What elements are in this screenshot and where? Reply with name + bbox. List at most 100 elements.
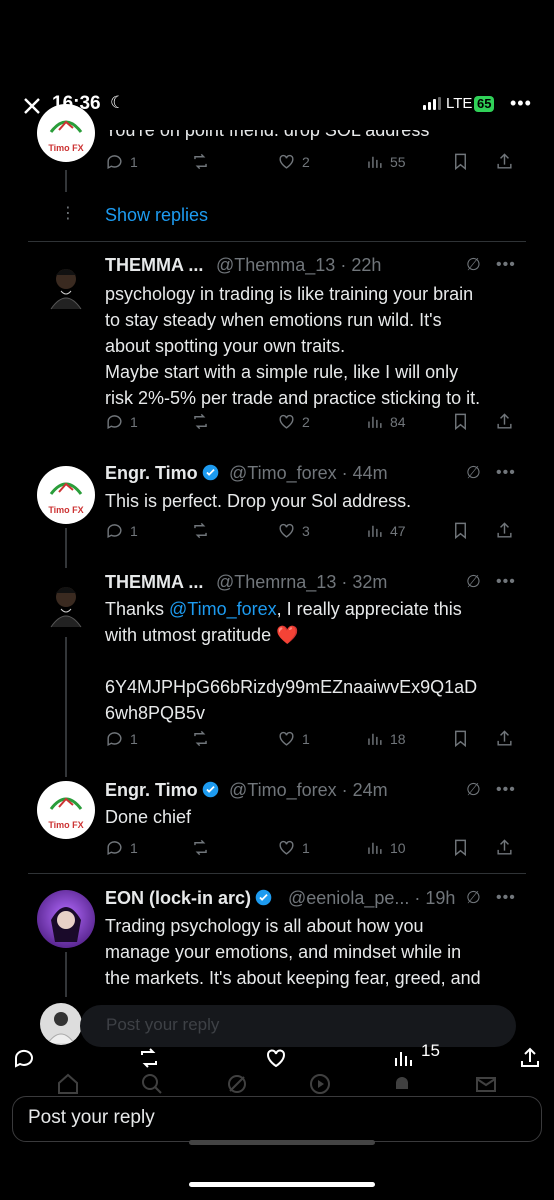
views-icon: [368, 842, 382, 854]
repost-button[interactable]: [137, 1046, 161, 1070]
signal-icon: [423, 97, 441, 110]
grok-icon[interactable]: ∅: [466, 572, 481, 592]
reply-icon: [107, 415, 122, 429]
like-button[interactable]: 2: [277, 152, 310, 171]
moon-icon: ☾: [110, 93, 126, 112]
share-button[interactable]: [495, 521, 514, 540]
repost-icon: [194, 839, 207, 856]
avatar[interactable]: Timo FX: [37, 466, 95, 524]
tweet-author-name[interactable]: THEMMA ...: [105, 255, 203, 276]
tweet-actions: 1 3 47: [105, 521, 525, 545]
repost-button[interactable]: [191, 838, 210, 857]
reply-button[interactable]: 1: [105, 412, 138, 431]
tweet-author-name[interactable]: EON (lock-in arc): [105, 888, 272, 909]
like-button[interactable]: 2: [277, 412, 310, 431]
reply-button[interactable]: 1: [105, 152, 138, 171]
repost-icon: [141, 1048, 157, 1068]
avatar-label: Timo FX: [48, 504, 84, 515]
tweet-handle[interactable]: @Themrna_13 · 32m: [216, 572, 387, 593]
bookmark-button[interactable]: [451, 729, 470, 748]
verified-icon: [202, 781, 218, 798]
like-button[interactable]: 1: [277, 838, 310, 857]
tweet-text: Done chief: [105, 807, 192, 827]
grok-icon[interactable]: ∅: [466, 463, 481, 483]
sol-address: 6wh8PQB5v: [105, 703, 206, 723]
reply-button[interactable]: 1: [105, 729, 138, 748]
repost-icon: [194, 153, 207, 170]
tweet-line: Trading psychology is all about how you: [105, 916, 424, 936]
repost-icon: [194, 413, 207, 430]
share-button[interactable]: [495, 152, 514, 171]
views-button[interactable]: 47: [365, 521, 406, 540]
views-button[interactable]: 55: [365, 152, 406, 171]
reply-icon: [107, 841, 122, 855]
timo-logo-icon: [47, 114, 85, 141]
views-icon: [368, 156, 382, 168]
avatar[interactable]: Timo FX: [37, 781, 95, 839]
tweet-actions: 1 1 18: [105, 729, 525, 753]
home-indicator[interactable]: [189, 1182, 375, 1187]
share-icon: [497, 522, 512, 538]
more-icon[interactable]: •••: [496, 573, 516, 591]
like-button[interactable]: 3: [277, 521, 310, 540]
tweet-author-name[interactable]: Engr. Timo: [105, 463, 219, 484]
tweet-line: with utmost gratitude ❤️: [105, 625, 299, 645]
avatar[interactable]: [37, 575, 95, 633]
tweet-line: to stay steady when emotions run wild. I…: [105, 310, 442, 330]
home-indicator: [189, 1140, 375, 1145]
repost-button[interactable]: [191, 521, 210, 540]
tweet-author-name[interactable]: Engr. Timo: [105, 780, 219, 801]
reply-icon: [14, 1049, 33, 1068]
reply-button[interactable]: 1: [105, 838, 138, 857]
reply-button[interactable]: 1: [105, 521, 138, 540]
views-icon: [368, 416, 382, 428]
avatar[interactable]: [37, 890, 95, 948]
more-icon[interactable]: •••: [496, 781, 516, 799]
verified-icon: [202, 464, 218, 481]
grok-icon[interactable]: ∅: [466, 780, 481, 800]
divider: [28, 873, 526, 874]
tweet-line: Thanks @Timo_forex, I really appreciate …: [105, 599, 462, 619]
avatar[interactable]: Timo FX: [37, 104, 95, 162]
more-icon[interactable]: •••: [496, 464, 516, 482]
bookmark-button[interactable]: [451, 521, 470, 540]
bookmark-button[interactable]: [451, 838, 470, 857]
views-button[interactable]: 15: [391, 1041, 440, 1070]
repost-button[interactable]: [191, 729, 210, 748]
reply-button[interactable]: [12, 1046, 36, 1070]
repost-button[interactable]: [191, 152, 210, 171]
tweet-handle[interactable]: @eeniola_pe... · 19h: [288, 888, 455, 909]
views-button[interactable]: 84: [365, 412, 406, 431]
thread-line: [65, 528, 67, 568]
tweet-author-name[interactable]: THEMMA ...: [105, 572, 203, 593]
bookmark-button[interactable]: [451, 412, 470, 431]
views-button[interactable]: 18: [365, 729, 406, 748]
more-icon[interactable]: •••: [496, 889, 516, 907]
network-type: LTE: [446, 95, 473, 112]
like-button[interactable]: 1: [277, 729, 310, 748]
bookmark-icon: [455, 153, 466, 171]
divider: [28, 241, 526, 242]
tweet-handle[interactable]: @Timo_forex · 24m: [229, 780, 388, 801]
mention-link[interactable]: @Timo_forex: [169, 599, 277, 619]
share-button[interactable]: [518, 1046, 542, 1070]
avatar-label: Timo FX: [48, 142, 84, 153]
more-icon[interactable]: •••: [510, 93, 532, 114]
share-button[interactable]: [495, 729, 514, 748]
like-button[interactable]: [264, 1046, 288, 1070]
views-button[interactable]: 10: [365, 838, 406, 857]
avatar[interactable]: [37, 257, 95, 315]
tweet-handle[interactable]: @Themma_13 · 22h: [216, 255, 381, 276]
grok-icon[interactable]: ∅: [466, 255, 481, 275]
share-button[interactable]: [495, 838, 514, 857]
reply-icon: [107, 155, 122, 169]
more-icon[interactable]: •••: [496, 256, 516, 274]
reply-box-placeholder: Post your reply: [106, 1015, 220, 1034]
tweet-handle[interactable]: @Timo_forex · 44m: [229, 463, 388, 484]
repost-button[interactable]: [191, 412, 210, 431]
share-button[interactable]: [495, 412, 514, 431]
battery-level: 65: [474, 96, 495, 112]
grok-icon[interactable]: ∅: [466, 888, 481, 908]
show-replies-link[interactable]: Show replies: [105, 205, 208, 226]
bookmark-button[interactable]: [451, 152, 470, 171]
